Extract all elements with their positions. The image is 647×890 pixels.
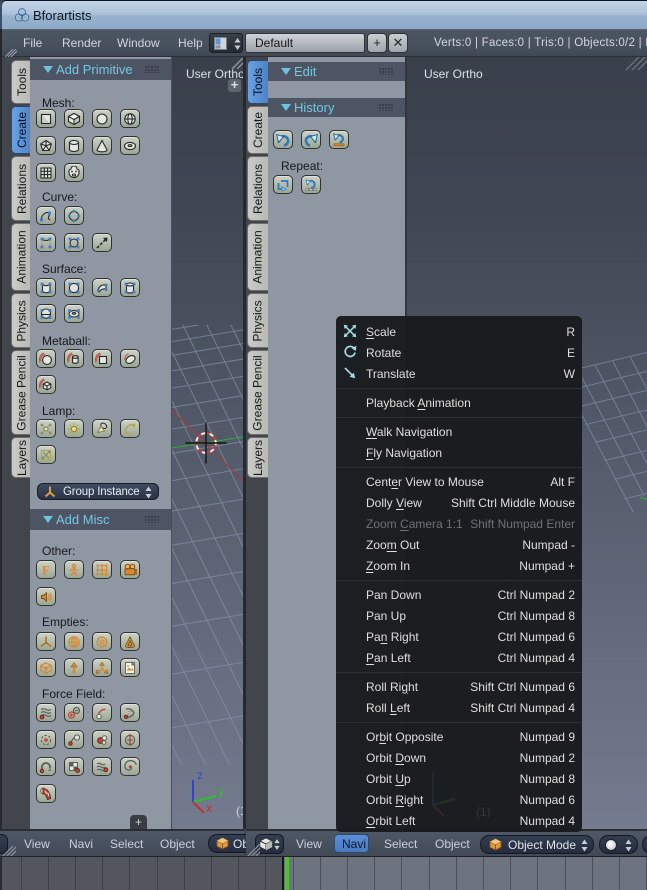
svg-text:(1: (1 [236,804,243,818]
svg-text:z: z [197,768,203,782]
svg-text:F: F [42,563,50,577]
svg-text:x: x [206,801,212,815]
svg-text:y: y [218,784,224,798]
